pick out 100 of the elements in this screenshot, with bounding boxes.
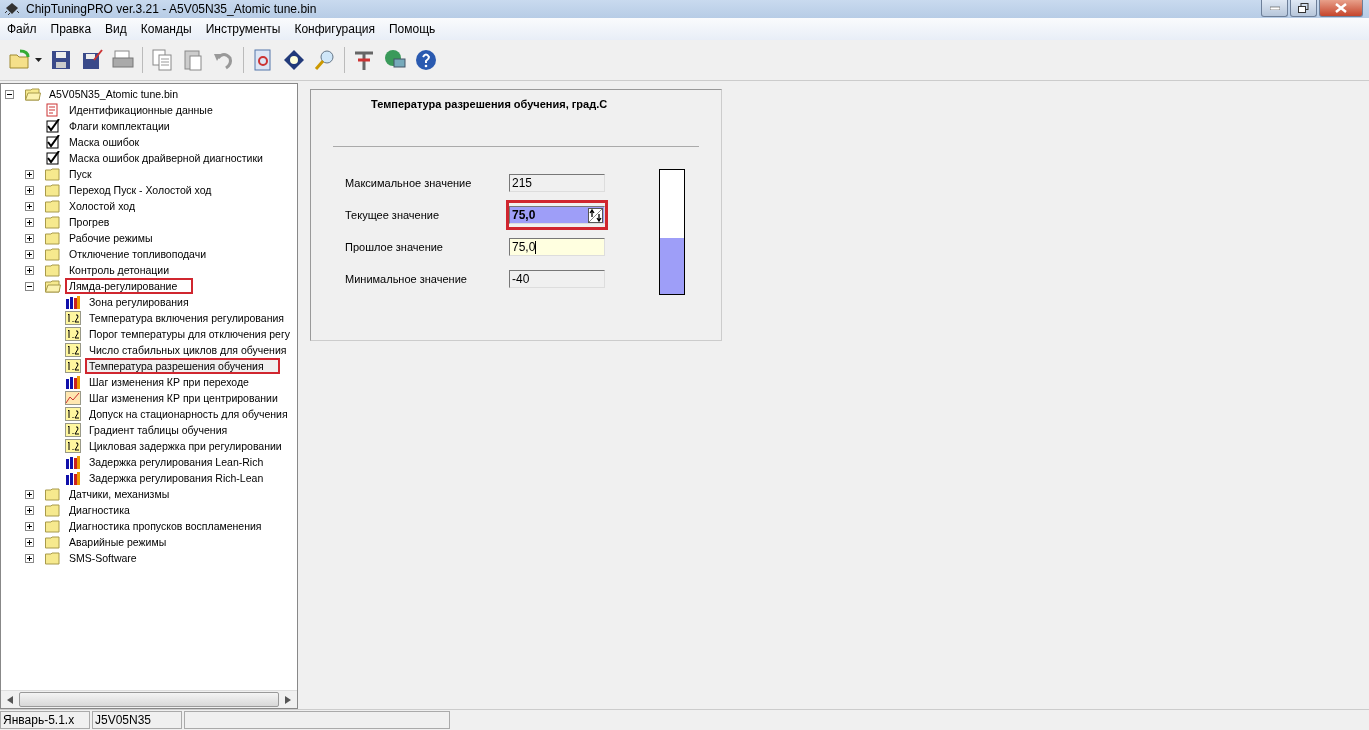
menu-item[interactable]: Файл xyxy=(7,22,37,36)
tree-item[interactable]: Маска ошибок драйверной диагностики xyxy=(65,150,267,166)
menu-item[interactable]: Помощь xyxy=(389,22,436,36)
expander-icon[interactable] xyxy=(25,505,36,515)
expander-icon[interactable] xyxy=(25,169,36,179)
document-icon xyxy=(45,103,61,117)
tree-item[interactable]: Идентификационные данные xyxy=(65,102,217,118)
number-icon xyxy=(65,359,81,373)
menu-item[interactable]: Конфигурация xyxy=(294,22,375,36)
save-as-icon[interactable] xyxy=(80,48,104,72)
scrollbar-thumb[interactable] xyxy=(19,692,279,707)
tree-item[interactable]: Датчики, механизмы xyxy=(65,486,174,502)
tree-item[interactable]: Лямда-регулирование xyxy=(65,278,194,294)
expander-icon[interactable] xyxy=(25,265,36,275)
folder-icon xyxy=(25,87,41,101)
minimize-icon xyxy=(1269,6,1280,10)
tree-item[interactable]: Холостой ход xyxy=(65,198,139,214)
menu-item[interactable]: Команды xyxy=(140,22,192,36)
tree-item[interactable]: Аварийные режимы xyxy=(65,534,171,550)
tree-item[interactable]: Допуск на стационарность для обучения xyxy=(85,406,292,422)
tree-item[interactable]: Число стабильных циклов для обучения xyxy=(85,342,291,358)
tree-item[interactable]: Прогрев xyxy=(65,214,114,230)
menu-item[interactable]: Правка xyxy=(50,22,92,36)
tree-item[interactable]: Градиент таблицы обучения xyxy=(85,422,232,438)
folder-icon xyxy=(45,167,61,181)
scroll-right-icon[interactable] xyxy=(285,695,291,704)
tree-item[interactable]: Пуск xyxy=(65,166,96,182)
expander-icon[interactable] xyxy=(25,201,36,211)
tree-item[interactable]: Температура включения регулирования xyxy=(85,310,288,326)
folder-icon xyxy=(45,183,61,197)
expander-icon[interactable] xyxy=(25,185,36,195)
help-icon[interactable] xyxy=(414,48,438,72)
expander-icon[interactable] xyxy=(25,233,36,243)
spin-arrows-icon[interactable] xyxy=(588,207,603,223)
field-label: Прошлое значение xyxy=(345,241,444,253)
folder-icon xyxy=(45,247,61,261)
number-icon xyxy=(65,327,81,341)
checkbox-icon xyxy=(45,135,61,149)
close-button[interactable] xyxy=(1319,0,1363,17)
expander-icon[interactable] xyxy=(25,537,36,547)
tree-item[interactable]: Задержка регулирования Lean-Rich xyxy=(85,454,268,470)
tree-item[interactable]: Маска ошибок xyxy=(65,134,144,150)
tree-item[interactable]: Шаг изменения КР при центрировании xyxy=(85,390,282,406)
number-icon xyxy=(65,439,81,453)
tree-item[interactable]: Диагностика пропусков воспламенения xyxy=(65,518,266,534)
menu-item[interactable]: Инструменты xyxy=(205,22,281,36)
folder-icon xyxy=(45,279,61,293)
tree-item[interactable]: Цикловая задержка при регулировании xyxy=(85,438,286,454)
folder-icon xyxy=(45,535,61,549)
tree-item[interactable]: Переход Пуск - Холостой ход xyxy=(65,182,216,198)
tree-item[interactable]: Рабочие режимы xyxy=(65,230,157,246)
field-label: Максимальное значение xyxy=(345,177,473,189)
folder-icon xyxy=(45,263,61,277)
bar-chart-icon xyxy=(65,455,81,469)
scroll-left-icon[interactable] xyxy=(7,695,13,704)
checkbox-icon xyxy=(45,119,61,133)
restore-button[interactable] xyxy=(1290,0,1317,17)
expander-icon[interactable] xyxy=(25,249,36,259)
number-icon xyxy=(65,407,81,421)
folder-icon xyxy=(45,199,61,213)
line-graph-icon xyxy=(65,391,81,405)
bar-chart-icon xyxy=(65,471,81,485)
tree-item[interactable]: Температура разрешения обучения xyxy=(85,358,280,374)
spin-field[interactable]: 75,0 xyxy=(509,206,605,224)
readonly-field: 215 xyxy=(509,174,605,192)
tree-item[interactable]: Порог температуры для отключения регу xyxy=(85,326,294,342)
tree-item[interactable]: Шаг изменения КР при переходе xyxy=(85,374,253,390)
tree-item[interactable]: SMS-Software xyxy=(65,550,141,566)
number-icon xyxy=(65,343,81,357)
info-icon[interactable] xyxy=(282,48,306,72)
tree-item[interactable]: Зона регулирования xyxy=(85,294,193,310)
folder-icon xyxy=(45,487,61,501)
expander-icon[interactable] xyxy=(5,89,16,99)
caret-icon[interactable] xyxy=(35,58,42,62)
menu-item[interactable]: Вид xyxy=(105,22,127,36)
tree-item[interactable]: Отключение топливоподачи xyxy=(65,246,211,262)
folder-icon xyxy=(45,551,61,565)
tree-item[interactable]: A5V05N35_Atomic tune.bin xyxy=(45,86,182,102)
chip-icon xyxy=(4,2,20,16)
tree-item[interactable]: Флаги комплектации xyxy=(65,118,174,134)
tree-item[interactable]: Диагностика xyxy=(65,502,134,518)
expander-icon[interactable] xyxy=(25,489,36,499)
search-icon[interactable] xyxy=(313,48,337,72)
horizontal-scrollbar[interactable] xyxy=(1,690,297,708)
tree-item[interactable]: Задержка регулирования Rich-Lean xyxy=(85,470,268,486)
expander-icon[interactable] xyxy=(25,217,36,227)
status-cell: J5V05N35 xyxy=(92,711,182,729)
number-icon xyxy=(65,311,81,325)
expander-icon[interactable] xyxy=(25,521,36,531)
folder-icon xyxy=(45,231,61,245)
status-cell: Январь-5.1.x xyxy=(0,711,90,729)
expander-icon[interactable] xyxy=(25,281,36,291)
expander-icon[interactable] xyxy=(25,553,36,563)
save-icon[interactable] xyxy=(49,48,73,72)
parameter-title: Температура разрешения обучения, град.С xyxy=(370,97,609,110)
tree-item[interactable]: Контроль детонации xyxy=(65,262,174,278)
number-icon xyxy=(65,423,81,437)
bar-chart-icon xyxy=(65,375,81,389)
close-icon xyxy=(1335,3,1347,13)
input-field[interactable]: 75,0 xyxy=(509,238,605,256)
